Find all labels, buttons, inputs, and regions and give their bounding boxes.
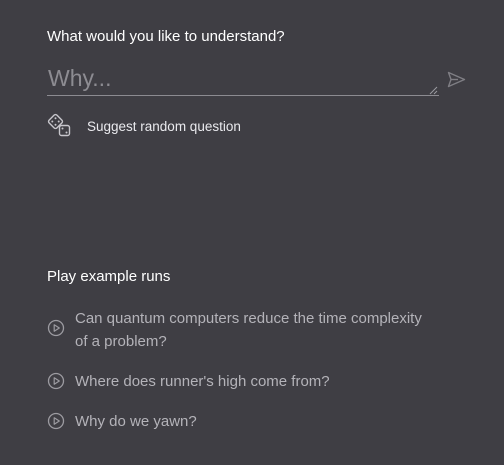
- suggest-random-question-button[interactable]: Suggest random question: [47, 113, 241, 139]
- send-button[interactable]: [445, 68, 467, 90]
- example-run-runners-high[interactable]: Where does runner's high come from?: [47, 370, 330, 393]
- play-circle-icon: [47, 412, 65, 430]
- question-input[interactable]: [47, 62, 439, 96]
- resize-handle-icon[interactable]: [429, 86, 438, 95]
- example-run-line: Can quantum computers reduce the time co…: [75, 310, 422, 327]
- example-run-text: Where does runner's high come from?: [75, 373, 330, 390]
- question-label: What would you like to understand?: [47, 28, 285, 45]
- send-icon: [447, 71, 465, 87]
- suggest-random-question-label: Suggest random question: [87, 118, 241, 134]
- example-run-text: Why do we yawn?: [75, 413, 197, 430]
- examples-heading: Play example runs: [47, 268, 171, 285]
- dice-icon: [47, 113, 71, 137]
- example-run-text: Can quantum computers reduce the time co…: [75, 307, 422, 353]
- question-panel: What would you like to understand? Sugge…: [47, 0, 477, 465]
- example-run-quantum[interactable]: Can quantum computers reduce the time co…: [47, 307, 422, 353]
- question-input-wrapper: [47, 62, 439, 97]
- example-run-line: of a problem?: [75, 333, 167, 350]
- example-run-yawn[interactable]: Why do we yawn?: [47, 410, 197, 433]
- play-circle-icon: [47, 372, 65, 390]
- play-circle-icon: [47, 319, 65, 337]
